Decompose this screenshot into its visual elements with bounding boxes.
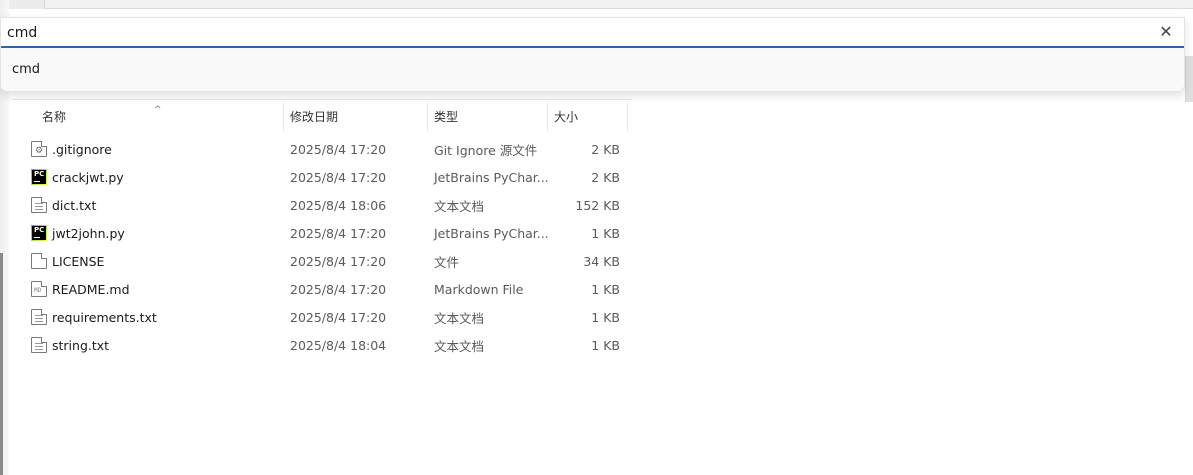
table-row[interactable]: LICENSE 2025/8/4 17:20 文件 34 KB — [10, 247, 629, 275]
file-date: 2025/8/4 17:20 — [290, 309, 387, 325]
file-name: requirements.txt — [52, 309, 157, 325]
column-header-label: 修改日期 — [290, 110, 339, 124]
close-icon[interactable]: ✕ — [1158, 24, 1174, 40]
command-input-row: ✕ — [1, 18, 1184, 48]
column-header-label: 类型 — [434, 110, 459, 124]
file-name-cell: ⚙ .gitignore — [10, 141, 284, 157]
vertical-scrollbar[interactable] — [1185, 56, 1193, 102]
table-row[interactable]: MD README.md 2025/8/4 17:20 Markdown Fil… — [10, 275, 629, 303]
file-name: dict.txt — [52, 197, 97, 213]
markdown-file-icon: MD — [31, 281, 47, 297]
column-header-label: 大小 — [554, 110, 579, 124]
file-name: string.txt — [52, 337, 110, 353]
file-list-header: ^ 名称 修改日期 类型 大小 — [10, 103, 629, 131]
toolbar-divider — [12, 92, 632, 100]
file-size: 152 KB — [575, 197, 620, 213]
file-explorer-window: ✕ cmd ^ 名称 修改日期 类型 大小 ⚙ .gitignore 2025/… — [0, 0, 1193, 475]
file-type: 文本文档 — [434, 310, 485, 326]
file-size: 1 KB — [591, 337, 620, 353]
pycharm-icon: PC — [31, 225, 47, 241]
file-date: 2025/8/4 17:20 — [290, 281, 387, 297]
file-name-cell: PC crackjwt.py — [10, 169, 284, 185]
file-name-cell: PC jwt2john.py — [10, 225, 284, 241]
file-list: ⚙ .gitignore 2025/8/4 17:20 Git Ignore 源… — [10, 135, 629, 359]
suggestion-item-cmd[interactable]: cmd — [1, 52, 1184, 88]
file-size: 1 KB — [591, 309, 620, 325]
column-header-name[interactable]: ^ 名称 — [10, 103, 284, 131]
sort-ascending-icon: ^ — [154, 105, 162, 115]
blank-file-icon — [31, 253, 47, 269]
file-type: 文本文档 — [434, 338, 485, 354]
file-date: 2025/8/4 18:04 — [290, 337, 387, 353]
text-file-icon — [31, 309, 47, 325]
pycharm-icon: PC — [31, 169, 47, 185]
table-row[interactable]: requirements.txt 2025/8/4 17:20 文本文档 1 K… — [10, 303, 629, 331]
file-type: 文件 — [434, 254, 460, 270]
file-type: 文本文档 — [434, 198, 485, 214]
file-name: .gitignore — [52, 141, 112, 157]
file-size: 1 KB — [591, 281, 620, 297]
file-type: JetBrains PyChar... — [434, 225, 548, 241]
column-header-size[interactable]: 大小 — [548, 103, 628, 131]
text-file-icon — [31, 337, 47, 353]
file-name-cell: LICENSE — [10, 253, 284, 269]
file-date: 2025/8/4 17:20 — [290, 225, 387, 241]
file-size: 1 KB — [591, 225, 620, 241]
file-name-cell: requirements.txt — [10, 309, 284, 325]
column-header-type[interactable]: 类型 — [428, 103, 548, 131]
text-file-icon — [31, 197, 47, 213]
file-size: 2 KB — [591, 141, 620, 157]
file-type: Markdown File — [434, 281, 524, 297]
command-input[interactable] — [7, 22, 1147, 44]
file-date: 2025/8/4 18:06 — [290, 197, 387, 213]
table-row[interactable]: PC crackjwt.py 2025/8/4 17:20 JetBrains … — [10, 163, 629, 191]
table-row[interactable]: ⚙ .gitignore 2025/8/4 17:20 Git Ignore 源… — [10, 135, 629, 163]
file-type: Git Ignore 源文件 — [434, 142, 538, 158]
file-name: README.md — [52, 281, 130, 297]
file-date: 2025/8/4 17:20 — [290, 141, 387, 157]
file-type: JetBrains PyChar... — [434, 169, 548, 185]
file-size: 2 KB — [591, 169, 620, 185]
table-row[interactable]: string.txt 2025/8/4 18:04 文本文档 1 KB — [10, 331, 629, 359]
file-size: 34 KB — [583, 253, 620, 269]
file-name-cell: dict.txt — [10, 197, 284, 213]
column-header-label: 名称 — [42, 110, 67, 124]
file-name-cell: MD README.md — [10, 281, 284, 297]
table-row[interactable]: PC jwt2john.py 2025/8/4 17:20 JetBrains … — [10, 219, 629, 247]
file-date: 2025/8/4 17:20 — [290, 253, 387, 269]
file-name-cell: string.txt — [10, 337, 284, 353]
address-bar-edge — [44, 0, 1193, 9]
file-date: 2025/8/4 17:20 — [290, 169, 387, 185]
file-name: jwt2john.py — [52, 225, 125, 241]
column-header-date[interactable]: 修改日期 — [284, 103, 428, 131]
file-name: LICENSE — [52, 253, 105, 269]
navigation-scrollbar[interactable] — [0, 253, 3, 475]
gear-file-icon: ⚙ — [31, 141, 47, 157]
command-search-popup: ✕ cmd — [0, 17, 1185, 92]
file-name: crackjwt.py — [52, 169, 124, 185]
table-row[interactable]: dict.txt 2025/8/4 18:06 文本文档 152 KB — [10, 191, 629, 219]
